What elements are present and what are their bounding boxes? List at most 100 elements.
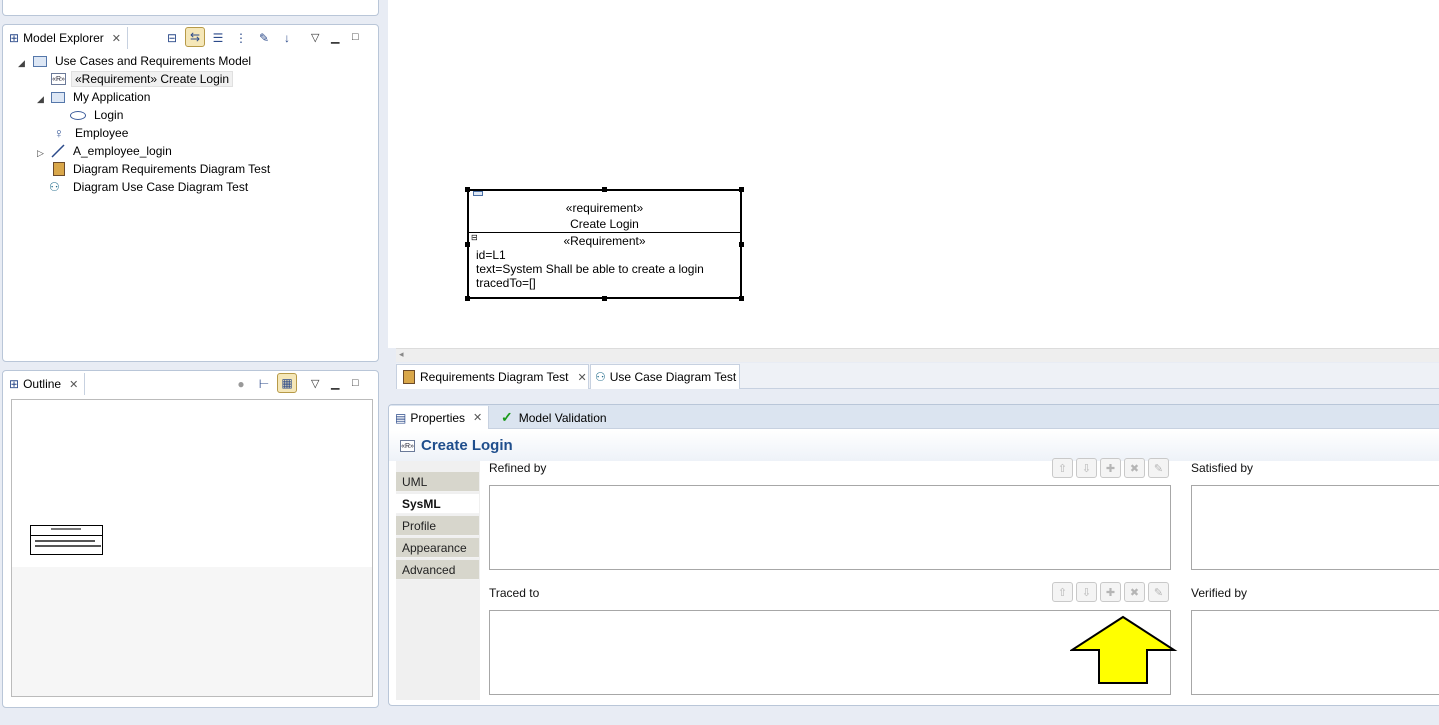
move-up-button[interactable]: ⇧ bbox=[1052, 458, 1073, 478]
close-icon[interactable]: ✕ bbox=[69, 378, 78, 391]
remove-button[interactable]: ✖ bbox=[1124, 582, 1145, 602]
add-button[interactable]: ✚ bbox=[1100, 582, 1121, 602]
tree-item-label: Use Cases and Requirements Model bbox=[55, 54, 252, 68]
model-validation-tab[interactable]: ✓ Model Validation bbox=[495, 406, 607, 429]
maximize-icon[interactable]: □ bbox=[352, 31, 359, 43]
maximize-icon[interactable]: □ bbox=[352, 377, 359, 389]
tree-outline-icon[interactable]: ⊢ bbox=[254, 374, 274, 394]
model-explorer-tab[interactable]: ⊞ Model Explorer ✕ bbox=[3, 27, 128, 49]
traced-to-label: Traced to bbox=[489, 586, 540, 600]
horizontal-scrollbar[interactable]: ◂ bbox=[396, 348, 1439, 362]
tree-item[interactable]: ⚇ Diagram Use Case Diagram Test bbox=[49, 178, 251, 196]
expand-arrow-icon[interactable]: ◢ bbox=[18, 58, 25, 69]
tree-item[interactable]: My Application bbox=[51, 88, 153, 106]
resize-handle[interactable] bbox=[465, 296, 470, 301]
annotation-arrow-icon bbox=[1070, 615, 1178, 684]
use-case-diagram-icon: ⚇ bbox=[49, 180, 60, 194]
view-menu-icon[interactable]: ▽ bbox=[311, 377, 319, 390]
tree-view-icon[interactable]: ⋮ bbox=[231, 28, 251, 48]
resize-handle[interactable] bbox=[739, 187, 744, 192]
tree-item[interactable]: Use Cases and Requirements Model bbox=[33, 52, 254, 70]
verified-by-label: Verified by bbox=[1191, 586, 1248, 600]
editor-tab-use-case[interactable]: ⚇ Use Case Diagram Test bbox=[590, 364, 740, 389]
collapse-all-icon[interactable]: ⊟ bbox=[162, 28, 182, 48]
tree-item-selected[interactable]: «R» «Requirement» Create Login bbox=[51, 70, 234, 88]
tree-item[interactable]: Diagram Requirements Diagram Test bbox=[53, 160, 273, 178]
tree-item-label: «Requirement» Create Login bbox=[71, 71, 234, 87]
thumbnail-icon[interactable]: ▦ bbox=[277, 373, 297, 393]
requirement-stereotype: «requirement» bbox=[565, 201, 644, 215]
resize-handle[interactable] bbox=[739, 296, 744, 301]
close-icon[interactable]: ✕ bbox=[578, 371, 587, 384]
collapsed-arrow-icon[interactable]: ▷ bbox=[37, 148, 44, 159]
side-tab-uml[interactable]: UML bbox=[396, 472, 479, 492]
outline-canvas[interactable] bbox=[11, 399, 373, 567]
resize-handle[interactable] bbox=[465, 187, 470, 192]
move-down-button[interactable]: ⇩ bbox=[1076, 458, 1097, 478]
tree-item[interactable]: A_employee_login bbox=[51, 142, 175, 160]
side-tab-label: SysML bbox=[402, 496, 441, 511]
sort-az-icon[interactable]: ↓ bbox=[277, 28, 297, 48]
requirement-icon: «R» bbox=[400, 439, 415, 452]
tree-item-label: Login bbox=[94, 108, 124, 122]
editor-tab-requirements[interactable]: Requirements Diagram Test ✕ bbox=[396, 364, 589, 389]
side-tab-advanced[interactable]: Advanced bbox=[396, 560, 479, 580]
properties-tab[interactable]: ▤ Properties ✕ bbox=[389, 406, 490, 429]
list-view-icon[interactable]: ☰ bbox=[208, 28, 228, 48]
close-icon[interactable]: ✕ bbox=[112, 32, 121, 45]
use-case-diagram-icon: ⚇ bbox=[595, 370, 606, 384]
requirement-name: Create Login bbox=[570, 217, 639, 231]
refined-by-list[interactable] bbox=[489, 485, 1171, 570]
view-menu-icon[interactable]: ▽ bbox=[311, 31, 319, 44]
tree-item[interactable]: Login bbox=[70, 106, 126, 124]
top-panel-strip bbox=[2, 0, 379, 16]
requirement-text: text=System Shall be able to create a lo… bbox=[476, 262, 704, 276]
minimize-icon[interactable]: ▁ bbox=[331, 377, 339, 390]
expand-arrow-icon[interactable]: ◢ bbox=[37, 94, 44, 105]
satisfied-by-list[interactable] bbox=[1191, 485, 1439, 570]
minimize-icon[interactable]: ▁ bbox=[331, 31, 339, 44]
side-tab-label: UML bbox=[402, 474, 428, 489]
add-button[interactable]: ✚ bbox=[1100, 458, 1121, 478]
requirement-element[interactable]: «requirement» Create Login ⊟ «Requiremen… bbox=[467, 189, 742, 299]
properties-icon: ▤ bbox=[395, 410, 407, 425]
check-icon: ✓ bbox=[501, 409, 513, 425]
satisfied-by-label: Satisfied by bbox=[1191, 461, 1254, 475]
requirement-icon: «R» bbox=[51, 73, 66, 85]
editor-tab-label: Use Case Diagram Test bbox=[609, 370, 737, 384]
resize-handle[interactable] bbox=[602, 296, 607, 301]
requirement-id: id=L1 bbox=[476, 248, 506, 262]
side-tab-appearance[interactable]: Appearance bbox=[396, 538, 479, 558]
edit-button[interactable]: ✎ bbox=[1148, 582, 1169, 602]
tree-item-label: Diagram Use Case Diagram Test bbox=[73, 180, 249, 194]
side-tab-label: Advanced bbox=[402, 562, 456, 577]
remove-button[interactable]: ✖ bbox=[1124, 458, 1145, 478]
resize-handle[interactable] bbox=[465, 242, 470, 247]
verified-by-list[interactable] bbox=[1191, 610, 1439, 695]
resize-handle[interactable] bbox=[602, 187, 607, 192]
model-explorer-title: Model Explorer bbox=[23, 31, 104, 45]
side-tab-sysml[interactable]: SysML bbox=[396, 494, 479, 514]
close-icon[interactable]: ✕ bbox=[473, 411, 482, 424]
editor-tab-label: Requirements Diagram Test bbox=[420, 370, 569, 384]
compartment-toggle-icon[interactable] bbox=[473, 191, 483, 196]
edit-button[interactable]: ✎ bbox=[1148, 458, 1169, 478]
overview-icon[interactable]: ● bbox=[231, 374, 251, 394]
outline-panel: ⊞ Outline ✕ ● ⊢ ▦ ▽ ▁ □ bbox=[2, 370, 379, 708]
side-tab-label: Appearance bbox=[402, 540, 467, 555]
outline-thumbnail bbox=[30, 525, 103, 555]
customize-icon[interactable]: ✎ bbox=[254, 28, 274, 48]
move-up-button[interactable]: ⇧ bbox=[1052, 582, 1073, 602]
link-with-editor-icon[interactable]: ⇆ bbox=[185, 27, 205, 47]
outline-canvas-lower bbox=[11, 567, 373, 697]
properties-header: «R» Create Login bbox=[389, 430, 1439, 461]
resize-handle[interactable] bbox=[739, 242, 744, 247]
tree-item[interactable]: ♀ Employee bbox=[51, 124, 131, 142]
association-icon bbox=[51, 144, 65, 158]
refined-by-label: Refined by bbox=[489, 461, 547, 475]
move-down-button[interactable]: ⇩ bbox=[1076, 582, 1097, 602]
scroll-left-icon[interactable]: ◂ bbox=[399, 349, 404, 360]
traced-to-list[interactable] bbox=[489, 610, 1171, 695]
side-tab-profile[interactable]: Profile bbox=[396, 516, 479, 536]
outline-tab[interactable]: ⊞ Outline ✕ bbox=[3, 373, 86, 395]
